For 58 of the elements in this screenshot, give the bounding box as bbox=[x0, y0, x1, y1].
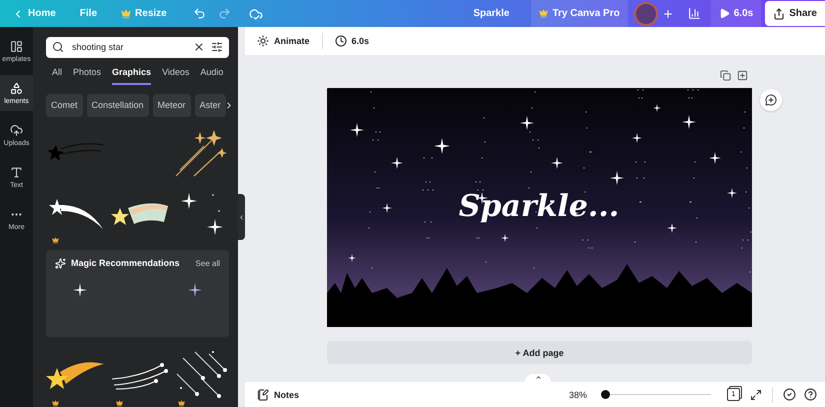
duration-button[interactable]: 6.0s bbox=[330, 35, 374, 47]
category-tab[interactable]: Graphics bbox=[112, 66, 152, 85]
notes-button[interactable]: Notes bbox=[253, 388, 304, 400]
crown-icon bbox=[178, 400, 185, 407]
clock-icon bbox=[334, 35, 347, 47]
sparkle-icon[interactable] bbox=[73, 282, 87, 297]
crown-icon bbox=[121, 8, 132, 18]
search-field[interactable]: shooting star bbox=[70, 41, 187, 54]
animate-icon bbox=[257, 35, 269, 47]
cloud-check-icon[interactable] bbox=[248, 6, 263, 20]
see-all-link[interactable]: See all bbox=[196, 258, 220, 268]
templates-icon bbox=[10, 40, 23, 52]
comment-add-icon bbox=[765, 94, 777, 106]
collapse-handle[interactable] bbox=[238, 194, 245, 240]
chart-icon[interactable] bbox=[688, 7, 701, 20]
plus-icon[interactable] bbox=[662, 8, 674, 20]
crown-icon bbox=[52, 236, 59, 244]
keyword-chip[interactable]: Comet bbox=[46, 94, 83, 117]
share-icon bbox=[773, 8, 786, 20]
play-button[interactable]: 6.0s bbox=[710, 0, 762, 27]
document-title[interactable]: Sparkle bbox=[473, 8, 510, 19]
help-icon[interactable] bbox=[804, 388, 817, 401]
category-tab[interactable]: Audio bbox=[200, 66, 224, 85]
comment-add-button[interactable] bbox=[760, 89, 782, 111]
add-page-button[interactable]: + Add page bbox=[327, 341, 752, 364]
try-pro-button[interactable]: Try Canva Pro bbox=[531, 0, 628, 27]
comet-drawing[interactable] bbox=[47, 196, 105, 231]
elements-icon bbox=[10, 82, 23, 94]
search-bar[interactable]: shooting star bbox=[46, 37, 229, 58]
search-icon bbox=[52, 41, 64, 54]
undo-icon[interactable] bbox=[192, 7, 206, 20]
sparkles-icon bbox=[55, 258, 66, 269]
check-icon[interactable] bbox=[783, 388, 796, 401]
category-tab[interactable]: Photos bbox=[73, 66, 102, 85]
uploads-icon bbox=[10, 124, 23, 136]
category-tab[interactable]: Videos bbox=[162, 66, 190, 85]
crown-icon bbox=[52, 400, 59, 407]
keyword-chip[interactable]: Meteor bbox=[152, 94, 191, 117]
sparkle-icon[interactable] bbox=[188, 282, 202, 297]
text-icon bbox=[10, 166, 23, 178]
design-canvas[interactable]: Sparkle... bbox=[327, 88, 752, 327]
keyword-chip[interactable]: Constellation bbox=[86, 94, 149, 117]
play-icon bbox=[718, 8, 730, 19]
category-tab[interactable]: All bbox=[52, 66, 62, 85]
animate-button[interactable]: Animate bbox=[253, 35, 314, 47]
close-icon[interactable] bbox=[193, 41, 205, 54]
crown-icon bbox=[539, 9, 548, 18]
filter-icon[interactable] bbox=[211, 41, 223, 54]
design-headline[interactable]: Sparkle... bbox=[458, 189, 620, 224]
slider-thumb[interactable] bbox=[601, 390, 610, 399]
crown-icon bbox=[116, 400, 123, 407]
share-button[interactable]: Share bbox=[765, 1, 825, 26]
meteors-drawing[interactable] bbox=[110, 361, 168, 391]
fullscreen-icon[interactable] bbox=[750, 388, 762, 400]
section-title: Magic Recommendations bbox=[71, 258, 180, 268]
notes-icon bbox=[257, 388, 269, 400]
zoom-percentage: 38% bbox=[568, 390, 587, 400]
keyword-chip[interactable]: Aster bbox=[194, 94, 226, 117]
